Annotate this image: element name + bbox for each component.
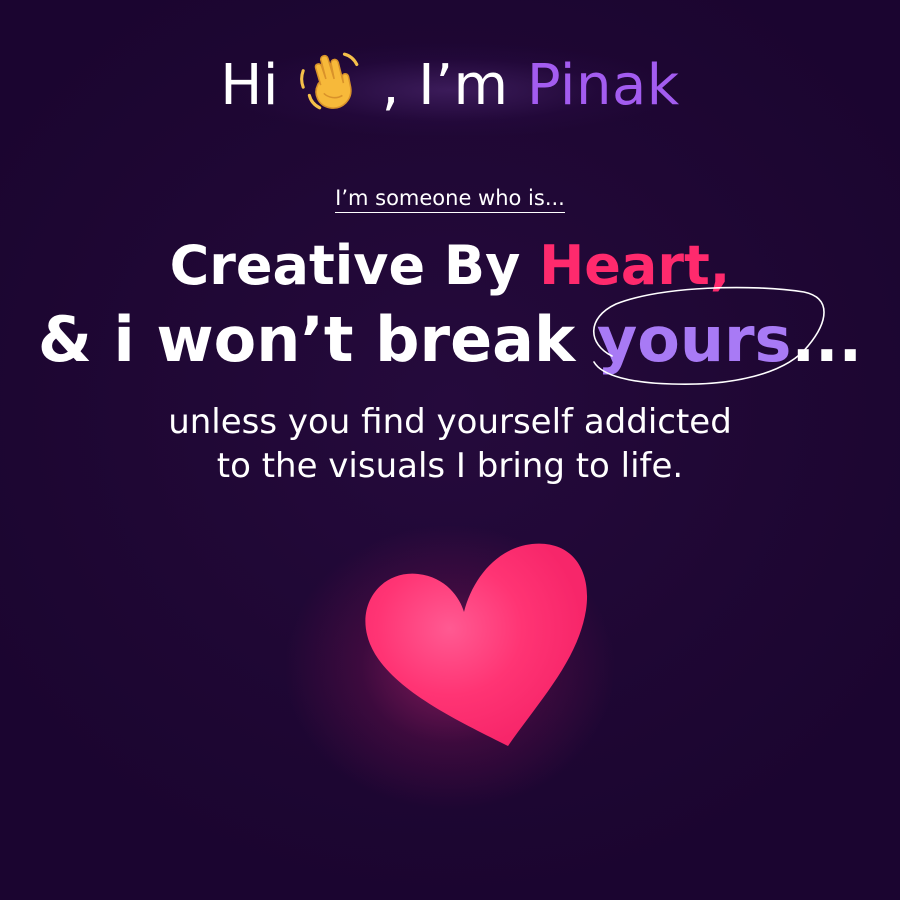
headline-line-2-text: & i won’t break [37, 303, 576, 376]
greeting-name: Pinak [526, 53, 680, 118]
poster-canvas: Hi , I’m Pinak I’m someone who is... Cre… [0, 0, 900, 900]
headline-line-1-text: Creative By [169, 234, 521, 297]
greeting-heading: Hi , I’m Pinak [0, 48, 900, 124]
tagline-text: I’m someone who is... [335, 186, 565, 213]
tagline: I’m someone who is... [0, 184, 900, 213]
greeting-prefix: Hi [220, 53, 279, 118]
subtext-line-2: to the visuals I bring to life. [216, 446, 684, 486]
subtext: unless you find yourself addicted to the… [0, 400, 900, 488]
heart-icon [365, 543, 588, 746]
hand-drawn-circle [592, 286, 825, 386]
subtext-line-1: unless you find yourself addicted [168, 402, 732, 442]
waving-hand-icon [300, 52, 359, 110]
greeting-middle: , I’m [381, 53, 509, 118]
